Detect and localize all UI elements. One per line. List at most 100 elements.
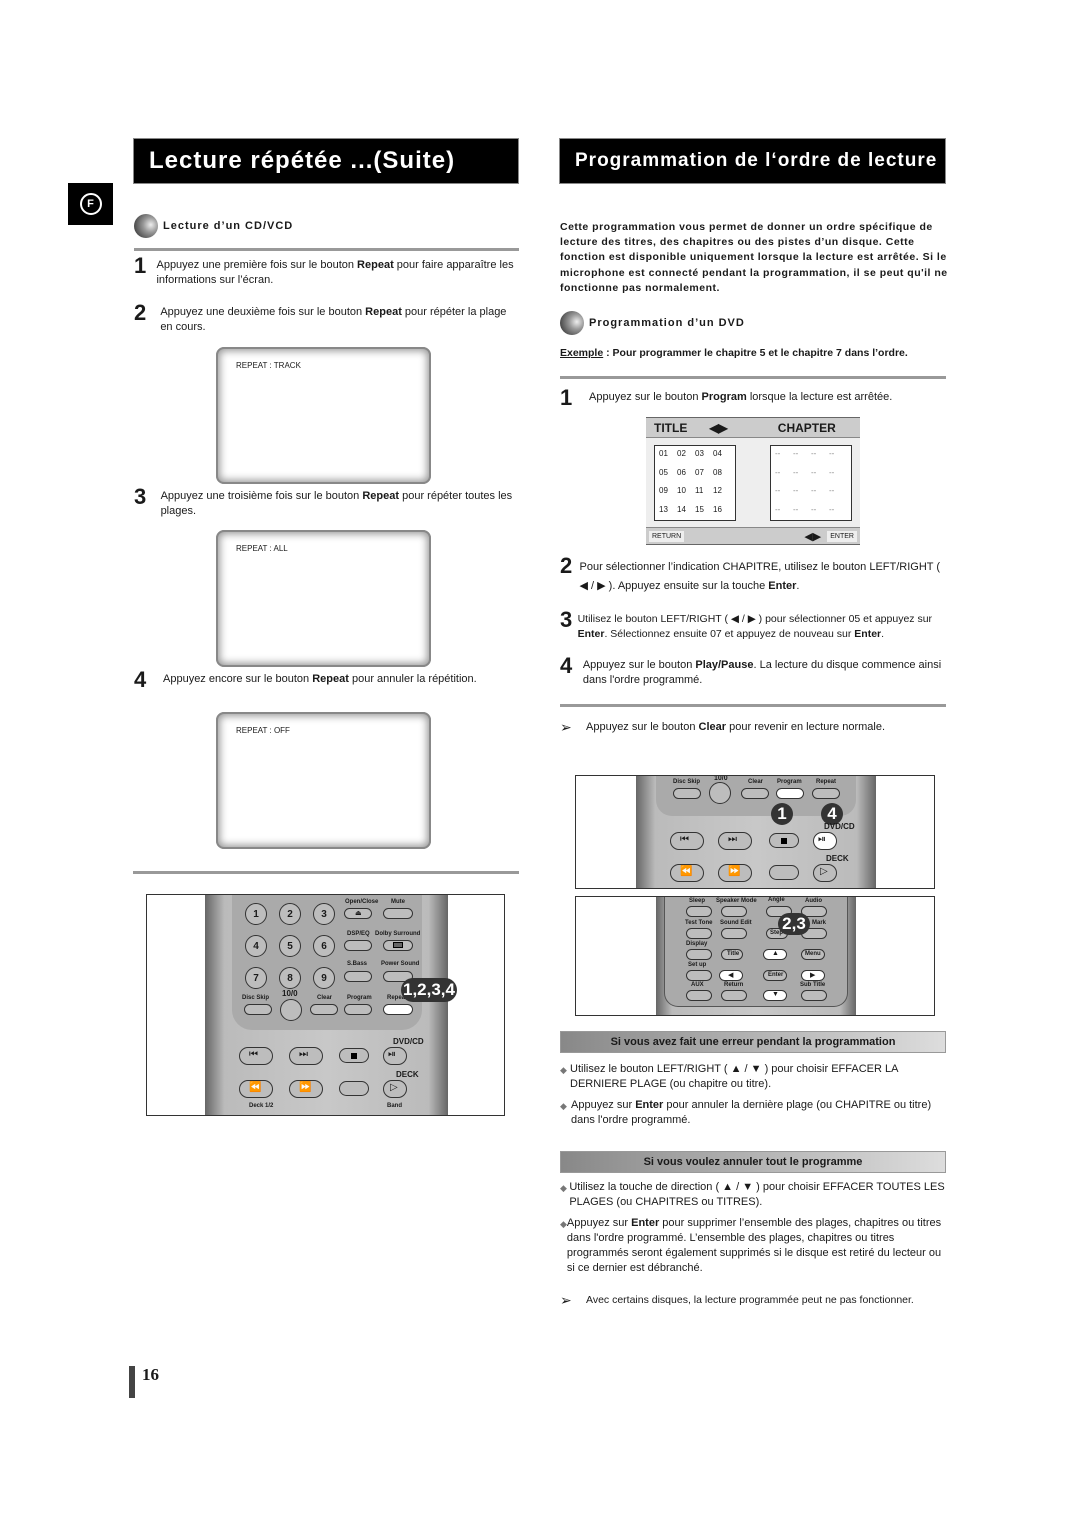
key-5[interactable]: 5: [279, 935, 301, 957]
key-2[interactable]: 2: [279, 903, 301, 925]
title-cell[interactable]: 02: [677, 449, 695, 462]
cancel-all-banner: Si vous voulez annuler tout le programme: [560, 1151, 946, 1173]
key-4[interactable]: 4: [245, 935, 267, 957]
deck-stop-button[interactable]: [339, 1081, 369, 1096]
aux-button[interactable]: [686, 990, 712, 1001]
rewind-button[interactable]: ⏪: [670, 864, 704, 882]
deck-stop-button[interactable]: [769, 865, 799, 880]
display-button[interactable]: [686, 949, 712, 960]
page-number: 16: [142, 1365, 159, 1384]
chapter-cell[interactable]: --: [829, 449, 847, 462]
up-button[interactable]: ▲: [763, 949, 787, 960]
chapter-cell[interactable]: --: [811, 505, 829, 518]
chapter-cell[interactable]: --: [775, 486, 793, 499]
remote-illustration-navigation: Sleep Speaker Mode Angle Audio Test Tone…: [575, 896, 935, 1016]
key-9[interactable]: 9: [313, 967, 335, 989]
skip-back-button[interactable]: ⏮: [670, 832, 704, 850]
skip-back-button[interactable]: ⏮: [239, 1047, 273, 1065]
title-cell[interactable]: 03: [695, 449, 713, 462]
title-button[interactable]: Title: [721, 949, 743, 960]
key-3[interactable]: 3: [313, 903, 335, 925]
chapter-cell[interactable]: --: [793, 486, 811, 499]
program-button-highlighted[interactable]: [776, 788, 804, 799]
title-cell[interactable]: 15: [695, 505, 713, 518]
subtitle-button[interactable]: [801, 990, 827, 1001]
key-10-0[interactable]: [709, 782, 731, 804]
chapter-cell[interactable]: --: [793, 468, 811, 481]
left-section-title: Lecture répétée ...(Suite): [133, 138, 519, 184]
clear-button[interactable]: [741, 788, 769, 799]
chapter-cell[interactable]: --: [793, 449, 811, 462]
key-8[interactable]: 8: [279, 967, 301, 989]
down-button[interactable]: ▼: [763, 990, 787, 1001]
mute-button[interactable]: [383, 908, 413, 919]
test-tone-button[interactable]: [686, 928, 712, 939]
deck-play-button[interactable]: ▷: [813, 864, 837, 882]
return-button[interactable]: RETURN: [649, 530, 685, 542]
program-button[interactable]: [344, 1004, 372, 1015]
play-pause-button-highlighted[interactable]: ⏯: [813, 832, 837, 850]
title-cell[interactable]: 12: [713, 486, 731, 499]
right-button[interactable]: ▶: [801, 970, 825, 981]
title-cell[interactable]: 10: [677, 486, 695, 499]
chapter-cell[interactable]: --: [775, 468, 793, 481]
title-cell[interactable]: 08: [713, 468, 731, 481]
sound-edit-button[interactable]: [721, 928, 747, 939]
repeat-button-highlighted[interactable]: [383, 1004, 413, 1015]
disc-skip-button[interactable]: [244, 1004, 272, 1015]
title-cell[interactable]: 13: [659, 505, 677, 518]
play-pause-button[interactable]: ⏯: [383, 1047, 407, 1065]
title-cell[interactable]: 01: [659, 449, 677, 462]
language-letter: F: [79, 193, 102, 215]
disc-skip-button[interactable]: [673, 788, 701, 799]
key-10-0[interactable]: [280, 999, 302, 1021]
dsp-eq-button[interactable]: [344, 940, 372, 951]
title-cell[interactable]: 09: [659, 486, 677, 499]
chapter-cell[interactable]: --: [775, 505, 793, 518]
chapter-cell[interactable]: --: [811, 449, 829, 462]
right-step-4: 4 Appuyez sur le bouton Play/Pause. La l…: [560, 653, 942, 687]
chapter-cell[interactable]: --: [829, 505, 847, 518]
stop-button[interactable]: [769, 833, 799, 848]
open-close-button[interactable]: ⏏: [344, 908, 372, 919]
chapter-cell[interactable]: --: [793, 505, 811, 518]
menu-button[interactable]: Menu: [801, 949, 825, 960]
title-cell[interactable]: 07: [695, 468, 713, 481]
return-button[interactable]: [721, 990, 747, 1001]
setup-button[interactable]: [686, 970, 712, 981]
title-cell[interactable]: 16: [713, 505, 731, 518]
play-pause-icon: ⏯: [818, 834, 826, 845]
deck-play-button[interactable]: ▷: [383, 1080, 407, 1098]
title-cell[interactable]: 11: [695, 486, 713, 499]
title-cell[interactable]: 06: [677, 468, 695, 481]
chapter-cell[interactable]: --: [829, 486, 847, 499]
rewind-button[interactable]: ⏪: [239, 1080, 273, 1098]
chapter-cell[interactable]: --: [775, 449, 793, 462]
enter-button[interactable]: Enter: [763, 970, 787, 981]
key-6[interactable]: 6: [313, 935, 335, 957]
fast-forward-button[interactable]: ⏩: [289, 1080, 323, 1098]
fast-forward-button[interactable]: ⏩: [718, 864, 752, 882]
disc-bullet-icon: [134, 214, 158, 238]
stop-button[interactable]: [339, 1048, 369, 1063]
skip-forward-button[interactable]: ⏭: [289, 1047, 323, 1065]
dolby-surround-button[interactable]: [383, 940, 413, 951]
key-1[interactable]: 1: [245, 903, 267, 925]
skip-forward-button[interactable]: ⏭: [718, 832, 752, 850]
repeat-button[interactable]: [812, 788, 840, 799]
speaker-mode-button[interactable]: [721, 906, 747, 917]
diamond-bullet-icon: ◆: [560, 1065, 567, 1075]
title-cell[interactable]: 14: [677, 505, 695, 518]
s-bass-button[interactable]: [344, 971, 372, 982]
chapter-cell[interactable]: --: [811, 486, 829, 499]
remote-illustration-left: 1 2 3 4 5 6 7 8 9 Open/Close ⏏ Mute DSP/…: [146, 894, 505, 1116]
chapter-cell[interactable]: --: [811, 468, 829, 481]
enter-button[interactable]: ENTER: [827, 530, 857, 542]
title-cell[interactable]: 05: [659, 468, 677, 481]
title-cell[interactable]: 04: [713, 449, 731, 462]
sleep-button[interactable]: [686, 906, 712, 917]
left-button[interactable]: ◀: [719, 970, 743, 981]
clear-button[interactable]: [310, 1004, 338, 1015]
key-7[interactable]: 7: [245, 967, 267, 989]
chapter-cell[interactable]: --: [829, 468, 847, 481]
